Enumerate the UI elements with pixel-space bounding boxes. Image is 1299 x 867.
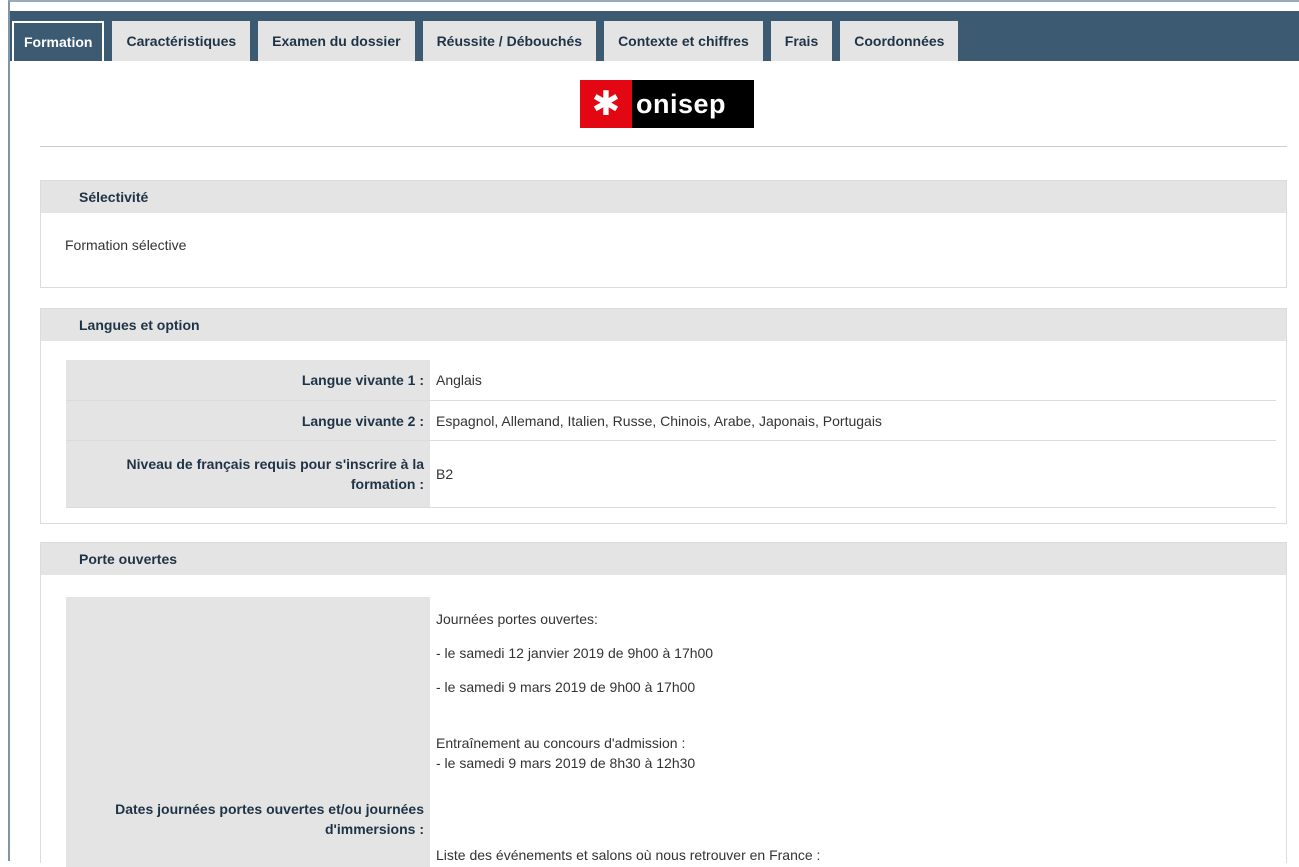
selectivite-text: Formation sélective: [65, 237, 187, 253]
section-title: Sélectivité: [41, 181, 1286, 213]
tab-coordonnees[interactable]: Coordonnées: [840, 21, 959, 61]
section-title: Langues et option: [41, 309, 1286, 341]
row-label: Niveau de français requis pour s'inscrir…: [66, 441, 430, 507]
entrainement-title: Entraînement au concours d'admission :: [436, 735, 686, 751]
section-portes-ouvertes: Porte ouvertes Dates journées portes ouv…: [40, 542, 1287, 867]
tab-frais[interactable]: Frais: [770, 21, 833, 61]
section-selectivite: Sélectivité Formation sélective: [40, 180, 1287, 288]
tab-bar: Formation Caractéristiques Examen du dos…: [10, 2, 1299, 61]
divider: [40, 146, 1287, 147]
tab-formation[interactable]: Formation: [12, 21, 105, 61]
section-title: Porte ouvertes: [41, 543, 1286, 575]
jpo-date: - le samedi 12 janvier 2019 de 9h00 à 17…: [436, 645, 714, 661]
table-row: Niveau de français requis pour s'inscrir…: [66, 441, 1276, 508]
langues-table: Langue vivante 1 : Anglais Langue vivant…: [66, 360, 1276, 508]
table-row: Dates journées portes ouvertes et/ou jou…: [66, 597, 1276, 867]
row-value: Journées portes ouvertes: - le samedi 12…: [430, 597, 1276, 867]
logo-text: onisep: [632, 80, 754, 128]
row-label: Langue vivante 1 :: [66, 360, 430, 400]
table-row: Langue vivante 1 : Anglais: [66, 360, 1276, 401]
section-langues: Langues et option Langue vivante 1 : Ang…: [40, 308, 1287, 524]
tab-examen-du-dossier[interactable]: Examen du dossier: [258, 21, 415, 61]
onisep-star-icon: ✱: [580, 80, 632, 128]
row-value: Anglais: [436, 372, 482, 388]
onisep-logo: ✱ onisep: [580, 80, 754, 128]
jpo-title: Journées portes ouvertes:: [436, 611, 598, 627]
events-list-title: Liste des événements et salons où nous r…: [436, 847, 821, 863]
row-value: Espagnol, Allemand, Italien, Russe, Chin…: [436, 412, 882, 429]
tab-caracteristiques[interactable]: Caractéristiques: [112, 21, 251, 61]
entrainement-date: - le samedi 9 mars 2019 de 8h30 à 12h30: [436, 755, 696, 771]
tab-contexte-et-chiffres[interactable]: Contexte et chiffres: [604, 21, 763, 61]
row-label: Langue vivante 2 :: [66, 401, 430, 440]
table-row: Langue vivante 2 : Espagnol, Allemand, I…: [66, 401, 1276, 441]
row-label: Dates journées portes ouvertes et/ou jou…: [66, 597, 430, 867]
tab-reussite-debouches[interactable]: Réussite / Débouchés: [422, 21, 597, 61]
page-frame: Formation Caractéristiques Examen du dos…: [8, 0, 1299, 867]
portes-table: Dates journées portes ouvertes et/ou jou…: [66, 597, 1276, 867]
jpo-date: - le samedi 9 mars 2019 de 9h00 à 17h00: [436, 679, 696, 695]
tab-list: Formation Caractéristiques Examen du dos…: [10, 21, 959, 61]
row-value: B2: [436, 466, 454, 482]
